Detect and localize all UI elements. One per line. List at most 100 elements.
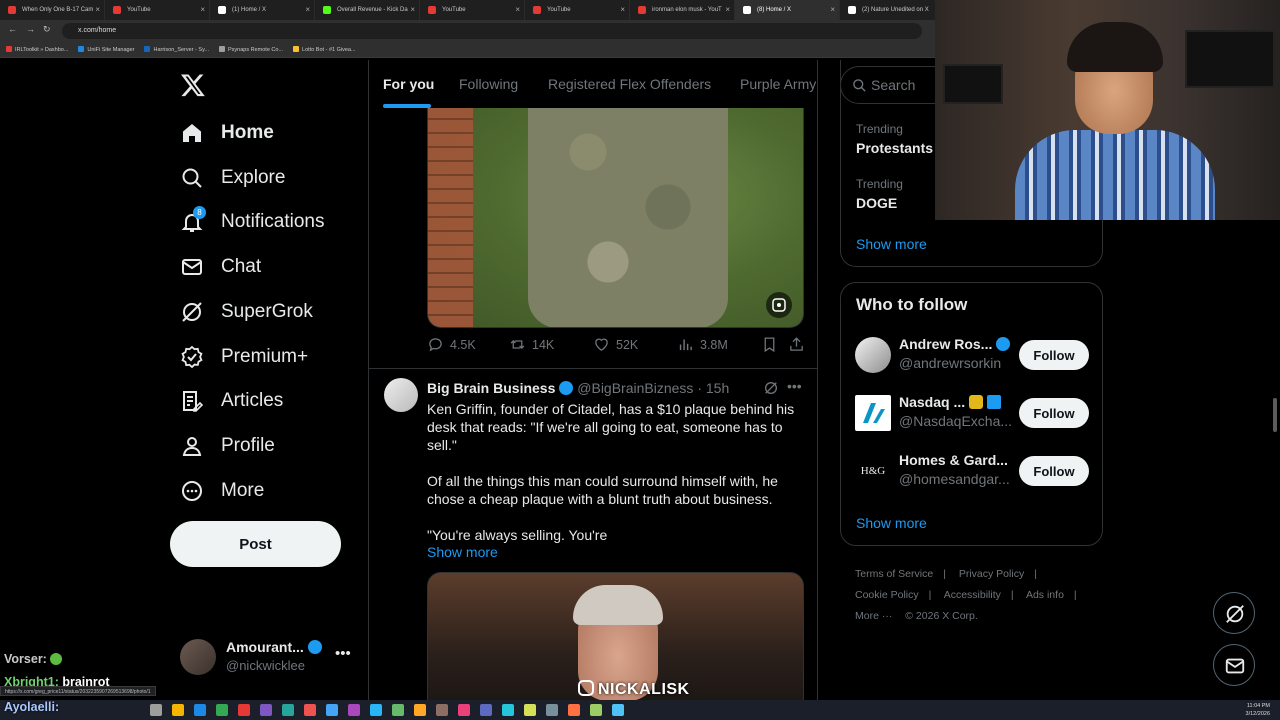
taskbar-app-icon[interactable] — [480, 704, 492, 716]
footer-terms-link[interactable]: Terms of Service — [855, 568, 933, 580]
close-tab-icon[interactable]: × — [515, 0, 520, 20]
taskbar-app-icon[interactable] — [546, 704, 558, 716]
follow-suggestion[interactable]: Nasdaq ... @NasdaqExcha... Follow — [855, 393, 1095, 433]
browser-tab[interactable]: YouTube × — [525, 0, 630, 20]
taskbar-app-icon[interactable] — [612, 704, 624, 716]
more-dots-icon[interactable]: ••• — [787, 378, 802, 394]
bookmark-item[interactable]: IRLToolkit » Dashbo... — [6, 42, 68, 57]
trend-item[interactable]: Trending Protestants — [856, 122, 933, 156]
tab-purple-army[interactable]: Purple Army — [740, 76, 816, 92]
close-tab-icon[interactable]: × — [200, 0, 205, 20]
browser-tab[interactable]: (2) Nature Unedited on X× — [840, 0, 945, 20]
follow-suggestion[interactable]: Andrew Ros... @andrewrsorkin Follow — [855, 335, 1095, 375]
tweet-author-name[interactable]: Big Brain Business — [427, 380, 555, 396]
footer-cookie-link[interactable]: Cookie Policy — [855, 589, 919, 601]
tab-following[interactable]: Following — [459, 76, 518, 92]
nav-item-profile[interactable]: Profile — [180, 430, 275, 462]
taskbar-app-icon[interactable] — [304, 704, 316, 716]
forward-icon[interactable]: → — [26, 24, 35, 34]
post-button[interactable]: Post — [170, 521, 341, 567]
nav-item-supergrok[interactable]: SuperGrok — [180, 296, 313, 328]
repost-button[interactable]: 14K — [509, 336, 554, 353]
share-button[interactable] — [788, 336, 811, 353]
show-more-link[interactable]: Show more — [427, 544, 498, 560]
follow-button[interactable]: Follow — [1019, 340, 1089, 370]
views-button[interactable]: 3.8M — [677, 336, 728, 353]
scrollbar-thumb[interactable] — [1273, 398, 1277, 432]
follow-button[interactable]: Follow — [1019, 456, 1089, 486]
url-field[interactable]: x.com/home — [62, 23, 922, 39]
x-logo-icon[interactable] — [180, 72, 206, 98]
back-icon[interactable]: ← — [8, 24, 17, 34]
taskbar-app-icon[interactable] — [392, 704, 404, 716]
tweet-author-handle[interactable]: @BigBrainBizness — [577, 380, 693, 396]
taskbar-app-icon[interactable] — [458, 704, 470, 716]
account-switcher[interactable]: Amourant... @nickwicklee ••• — [180, 636, 355, 678]
follow-suggestion[interactable]: H&G Homes & Gard... @homesandgar... Foll… — [855, 451, 1095, 491]
footer-accessibility-link[interactable]: Accessibility — [944, 589, 1001, 601]
taskbar-app-icon[interactable] — [348, 704, 360, 716]
browser-tab[interactable]: ironman elon musk - YouT × — [630, 0, 735, 20]
avatar — [180, 639, 216, 675]
close-tab-icon[interactable]: × — [620, 0, 625, 20]
follow-button[interactable]: Follow — [1019, 398, 1089, 428]
reply-button[interactable]: 4.5K — [427, 336, 476, 353]
bookmark-button[interactable] — [761, 336, 784, 353]
edit-image-icon[interactable] — [766, 292, 792, 318]
taskbar-app-icon[interactable] — [502, 704, 514, 716]
nav-item-more[interactable]: More — [180, 475, 264, 507]
close-tab-icon[interactable]: × — [725, 0, 730, 20]
tab-registered-flex-offenders[interactable]: Registered Flex Offenders — [548, 76, 711, 92]
bookmark-item[interactable]: Psynaps Remote Co... — [219, 42, 283, 57]
nav-item-notifications[interactable]: 8 Notifications — [180, 206, 325, 238]
close-tab-icon[interactable]: × — [95, 0, 100, 20]
browser-tab[interactable]: YouTube × — [105, 0, 210, 20]
taskbar-app-icon[interactable] — [568, 704, 580, 716]
close-tab-icon[interactable]: × — [410, 0, 415, 20]
footer-ads-link[interactable]: Ads info — [1026, 589, 1064, 601]
nav-item-explore[interactable]: Explore — [180, 162, 285, 194]
taskbar-app-icon[interactable] — [282, 704, 294, 716]
browser-tab[interactable]: (1) Home / X × — [210, 0, 315, 20]
browser-tab[interactable]: Overall Revenue - Kick Da × — [315, 0, 420, 20]
tweet-media-image[interactable] — [427, 108, 804, 328]
taskbar-app-icon[interactable] — [524, 704, 536, 716]
taskbar-app-icon[interactable] — [590, 704, 602, 716]
taskbar-app-icon[interactable] — [150, 704, 162, 716]
tab-for-you[interactable]: For you — [383, 76, 434, 92]
taskbar-app-icon[interactable] — [326, 704, 338, 716]
nav-item-premium[interactable]: Premium+ — [180, 341, 308, 373]
nav-item-articles[interactable]: Articles — [180, 385, 283, 417]
bookmark-item[interactable]: Lotto Bot - #1 Givea... — [293, 42, 356, 57]
browser-tab[interactable]: When Only One B-17 Cam × — [0, 0, 105, 20]
grok-fab-button[interactable] — [1213, 592, 1255, 634]
grok-icon[interactable] — [763, 380, 779, 396]
bookmark-item[interactable]: Harrison_Server - Sy... — [144, 42, 209, 57]
taskbar-app-icon[interactable] — [260, 704, 272, 716]
more-dots-icon[interactable]: ••• — [335, 645, 351, 662]
nav-item-home[interactable]: Home — [180, 117, 274, 149]
taskbar-app-icon[interactable] — [238, 704, 250, 716]
avatar[interactable] — [384, 378, 418, 412]
like-button[interactable]: 52K — [593, 336, 638, 353]
taskbar-app-icon[interactable] — [436, 704, 448, 716]
close-tab-icon[interactable]: × — [830, 0, 835, 20]
taskbar-app-icon[interactable] — [216, 704, 228, 716]
messages-fab-button[interactable] — [1213, 644, 1255, 686]
taskbar-app-icon[interactable] — [370, 704, 382, 716]
show-more-link[interactable]: Show more — [856, 515, 927, 531]
bookmark-item[interactable]: UniFi Site Manager — [78, 42, 134, 57]
nav-item-chat[interactable]: Chat — [180, 251, 261, 283]
browser-tab[interactable]: (8) Home / X × — [735, 0, 840, 20]
browser-tab[interactable]: YouTube × — [420, 0, 525, 20]
show-more-link[interactable]: Show more — [856, 236, 927, 252]
close-tab-icon[interactable]: × — [305, 0, 310, 20]
tweet-timestamp[interactable]: 15h — [706, 380, 729, 396]
reload-icon[interactable]: ↻ — [43, 24, 51, 35]
taskbar-app-icon[interactable] — [172, 704, 184, 716]
footer-more-link[interactable]: More ··· — [855, 610, 892, 622]
taskbar-app-icon[interactable] — [414, 704, 426, 716]
footer-privacy-link[interactable]: Privacy Policy — [959, 568, 1024, 580]
trend-item[interactable]: Trending DOGE — [856, 177, 903, 211]
taskbar-app-icon[interactable] — [194, 704, 206, 716]
